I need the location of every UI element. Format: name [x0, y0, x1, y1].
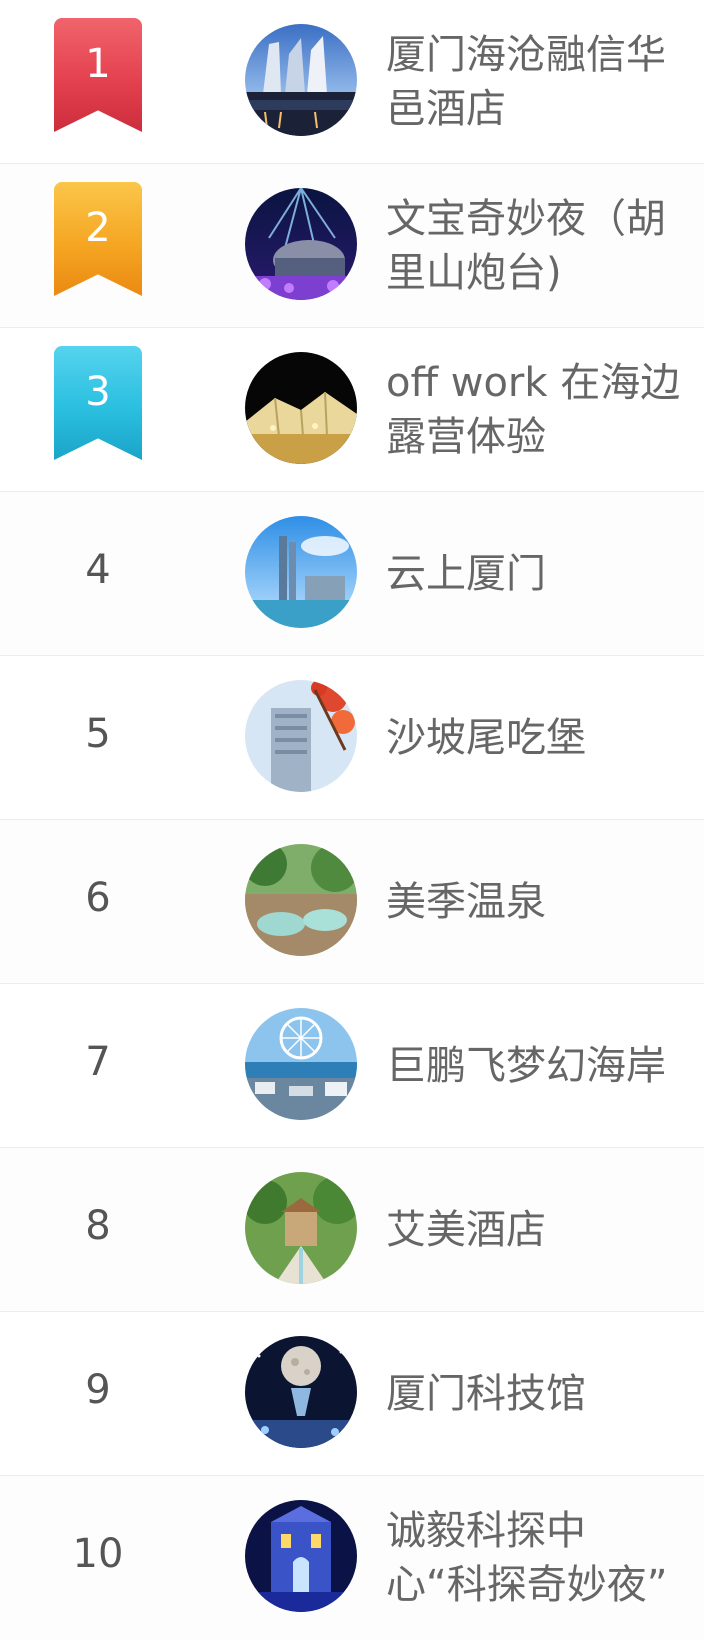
rank-number: 7 [85, 1039, 111, 1085]
ferris-wheel-thumbnail[interactable] [245, 1008, 357, 1120]
item-name-text: off work 在海边露营体验 [386, 360, 681, 460]
rank-cell: 10 [48, 1476, 148, 1640]
item-name[interactable]: 沙坡尾吃堡 [386, 656, 686, 820]
ranking-row-4[interactable]: 4 云上厦门 [0, 492, 704, 656]
ranking-list: 1 厦门海沧融信华邑酒店 2 文宝奇妙夜（胡里山炮台) 3 off work 在… [0, 0, 704, 1640]
item-name[interactable]: 文宝奇妙夜（胡里山炮台) [386, 164, 686, 328]
item-name[interactable]: 厦门科技馆 [386, 1312, 686, 1476]
rank-cell: 9 [48, 1312, 148, 1476]
item-name[interactable]: 巨鹏飞梦幻海岸 [386, 984, 686, 1148]
ranking-row-6[interactable]: 6 美季温泉 [0, 820, 704, 984]
building-flowers-thumbnail[interactable] [245, 680, 357, 792]
illuminated-building-thumbnail[interactable] [245, 1500, 357, 1612]
resort-garden-thumbnail[interactable] [245, 1172, 357, 1284]
rank-number: 9 [85, 1367, 111, 1413]
rank-number: 6 [85, 875, 111, 921]
item-name-text: 巨鹏飞梦幻海岸 [386, 1043, 666, 1089]
rank-cell: 8 [48, 1148, 148, 1312]
rank-number: 8 [85, 1203, 111, 1249]
ranking-row-5[interactable]: 5 沙坡尾吃堡 [0, 656, 704, 820]
rank-cell: 2 [48, 164, 148, 328]
item-name-text: 沙坡尾吃堡 [386, 715, 586, 761]
ranking-row-10[interactable]: 10 诚毅科探中心“科探奇妙夜” [0, 1476, 704, 1640]
item-name-text: 诚毅科探中心“科探奇妙夜” [386, 1508, 668, 1608]
rank-cell: 4 [48, 492, 148, 656]
item-name-text: 厦门科技馆 [386, 1371, 586, 1417]
item-name-text: 厦门海沧融信华邑酒店 [386, 32, 666, 132]
rank-number: 5 [85, 711, 111, 757]
rank-cell: 5 [48, 656, 148, 820]
item-name-text: 云上厦门 [386, 551, 546, 597]
camping-tent-thumbnail[interactable] [245, 352, 357, 464]
hot-spring-thumbnail[interactable] [245, 844, 357, 956]
science-museum-thumbnail[interactable] [245, 1336, 357, 1448]
rank-ribbon-red: 1 [54, 18, 142, 132]
ranking-row-9[interactable]: 9 厦门科技馆 [0, 1312, 704, 1476]
hotel-skyline-thumbnail[interactable] [245, 24, 357, 136]
rank-number: 4 [85, 547, 111, 593]
rank-cell: 3 [48, 328, 148, 492]
ranking-row-1[interactable]: 1 厦门海沧融信华邑酒店 [0, 0, 704, 164]
rank-ribbon-orange: 2 [54, 182, 142, 296]
rank-number: 10 [72, 1531, 124, 1577]
item-name-text: 文宝奇妙夜（胡里山炮台) [386, 196, 666, 296]
rank-number: 1 [85, 41, 111, 87]
ranking-row-3[interactable]: 3 off work 在海边露营体验 [0, 328, 704, 492]
item-name[interactable]: 艾美酒店 [386, 1148, 686, 1312]
rank-cell: 6 [48, 820, 148, 984]
rank-cell: 7 [48, 984, 148, 1148]
rank-number: 2 [85, 205, 111, 251]
item-name-text: 艾美酒店 [386, 1207, 546, 1253]
rank-ribbon-cyan: 3 [54, 346, 142, 460]
item-name[interactable]: 美季温泉 [386, 820, 686, 984]
item-name[interactable]: 云上厦门 [386, 492, 686, 656]
tower-skyline-thumbnail[interactable] [245, 516, 357, 628]
ranking-row-2[interactable]: 2 文宝奇妙夜（胡里山炮台) [0, 164, 704, 328]
ranking-row-7[interactable]: 7 巨鹏飞梦幻海岸 [0, 984, 704, 1148]
item-name[interactable]: 诚毅科探中心“科探奇妙夜” [386, 1476, 686, 1640]
rank-number: 3 [85, 369, 111, 415]
ranking-row-8[interactable]: 8 艾美酒店 [0, 1148, 704, 1312]
item-name[interactable]: 厦门海沧融信华邑酒店 [386, 0, 686, 164]
item-name[interactable]: off work 在海边露营体验 [386, 328, 686, 492]
night-show-thumbnail[interactable] [245, 188, 357, 300]
rank-cell: 1 [48, 0, 148, 164]
item-name-text: 美季温泉 [386, 879, 546, 925]
